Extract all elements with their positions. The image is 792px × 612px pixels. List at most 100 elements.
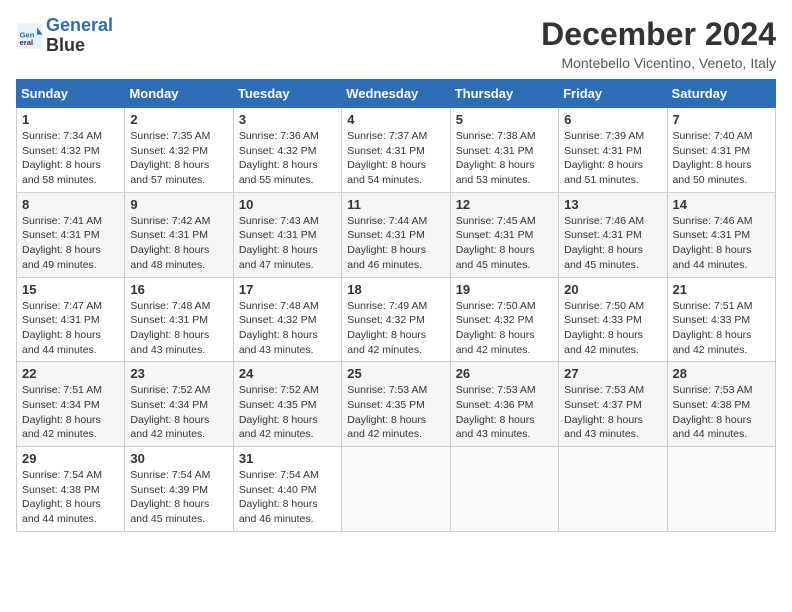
- calendar-day-cell: 29 Sunrise: 7:54 AMSunset: 4:38 PMDaylig…: [17, 447, 125, 532]
- day-detail: Sunrise: 7:51 AMSunset: 4:34 PMDaylight:…: [22, 384, 102, 440]
- day-number: 11: [347, 197, 444, 212]
- day-number: 7: [673, 112, 770, 127]
- day-detail: Sunrise: 7:41 AMSunset: 4:31 PMDaylight:…: [22, 215, 102, 271]
- calendar-day-cell: 6 Sunrise: 7:39 AMSunset: 4:31 PMDayligh…: [559, 108, 667, 193]
- calendar-table: SundayMondayTuesdayWednesdayThursdayFrid…: [16, 79, 776, 532]
- calendar-day-cell: 14 Sunrise: 7:46 AMSunset: 4:31 PMDaylig…: [667, 192, 775, 277]
- day-number: 9: [130, 197, 227, 212]
- day-detail: Sunrise: 7:44 AMSunset: 4:31 PMDaylight:…: [347, 215, 427, 271]
- calendar-day-cell: 28 Sunrise: 7:53 AMSunset: 4:38 PMDaylig…: [667, 362, 775, 447]
- day-number: 8: [22, 197, 119, 212]
- day-detail: Sunrise: 7:53 AMSunset: 4:36 PMDaylight:…: [456, 384, 536, 440]
- calendar-day-cell: 9 Sunrise: 7:42 AMSunset: 4:31 PMDayligh…: [125, 192, 233, 277]
- day-number: 14: [673, 197, 770, 212]
- title-area: December 2024 Montebello Vicentino, Vene…: [541, 16, 776, 71]
- weekday-header-cell: Monday: [125, 80, 233, 108]
- day-detail: Sunrise: 7:35 AMSunset: 4:32 PMDaylight:…: [130, 130, 210, 186]
- calendar-day-cell: 1 Sunrise: 7:34 AMSunset: 4:32 PMDayligh…: [17, 108, 125, 193]
- day-number: 18: [347, 282, 444, 297]
- day-detail: Sunrise: 7:51 AMSunset: 4:33 PMDaylight:…: [673, 300, 753, 356]
- calendar-day-cell: [450, 447, 558, 532]
- day-number: 23: [130, 366, 227, 381]
- day-detail: Sunrise: 7:42 AMSunset: 4:31 PMDaylight:…: [130, 215, 210, 271]
- logo-icon: Gen eral: [16, 22, 44, 50]
- calendar-day-cell: 23 Sunrise: 7:52 AMSunset: 4:34 PMDaylig…: [125, 362, 233, 447]
- day-number: 4: [347, 112, 444, 127]
- day-detail: Sunrise: 7:34 AMSunset: 4:32 PMDaylight:…: [22, 130, 102, 186]
- day-number: 13: [564, 197, 661, 212]
- weekday-header-cell: Friday: [559, 80, 667, 108]
- weekday-header-cell: Thursday: [450, 80, 558, 108]
- calendar-day-cell: 24 Sunrise: 7:52 AMSunset: 4:35 PMDaylig…: [233, 362, 341, 447]
- calendar-day-cell: [667, 447, 775, 532]
- calendar-day-cell: 3 Sunrise: 7:36 AMSunset: 4:32 PMDayligh…: [233, 108, 341, 193]
- day-number: 3: [239, 112, 336, 127]
- calendar-body: 1 Sunrise: 7:34 AMSunset: 4:32 PMDayligh…: [17, 108, 776, 532]
- calendar-day-cell: 11 Sunrise: 7:44 AMSunset: 4:31 PMDaylig…: [342, 192, 450, 277]
- day-detail: Sunrise: 7:46 AMSunset: 4:31 PMDaylight:…: [564, 215, 644, 271]
- calendar-day-cell: 8 Sunrise: 7:41 AMSunset: 4:31 PMDayligh…: [17, 192, 125, 277]
- weekday-header-cell: Tuesday: [233, 80, 341, 108]
- day-detail: Sunrise: 7:52 AMSunset: 4:34 PMDaylight:…: [130, 384, 210, 440]
- calendar-week-row: 15 Sunrise: 7:47 AMSunset: 4:31 PMDaylig…: [17, 277, 776, 362]
- day-number: 21: [673, 282, 770, 297]
- day-number: 15: [22, 282, 119, 297]
- day-detail: Sunrise: 7:48 AMSunset: 4:31 PMDaylight:…: [130, 300, 210, 356]
- calendar-day-cell: 12 Sunrise: 7:45 AMSunset: 4:31 PMDaylig…: [450, 192, 558, 277]
- logo: Gen eral GeneralBlue: [16, 16, 113, 56]
- day-number: 2: [130, 112, 227, 127]
- day-number: 27: [564, 366, 661, 381]
- day-detail: Sunrise: 7:54 AMSunset: 4:40 PMDaylight:…: [239, 469, 319, 525]
- day-number: 22: [22, 366, 119, 381]
- calendar-day-cell: 22 Sunrise: 7:51 AMSunset: 4:34 PMDaylig…: [17, 362, 125, 447]
- calendar-day-cell: 5 Sunrise: 7:38 AMSunset: 4:31 PMDayligh…: [450, 108, 558, 193]
- calendar-day-cell: 21 Sunrise: 7:51 AMSunset: 4:33 PMDaylig…: [667, 277, 775, 362]
- calendar-day-cell: 15 Sunrise: 7:47 AMSunset: 4:31 PMDaylig…: [17, 277, 125, 362]
- day-number: 16: [130, 282, 227, 297]
- day-number: 5: [456, 112, 553, 127]
- day-detail: Sunrise: 7:54 AMSunset: 4:39 PMDaylight:…: [130, 469, 210, 525]
- calendar-day-cell: 30 Sunrise: 7:54 AMSunset: 4:39 PMDaylig…: [125, 447, 233, 532]
- day-detail: Sunrise: 7:38 AMSunset: 4:31 PMDaylight:…: [456, 130, 536, 186]
- calendar-day-cell: 18 Sunrise: 7:49 AMSunset: 4:32 PMDaylig…: [342, 277, 450, 362]
- day-number: 24: [239, 366, 336, 381]
- weekday-header-row: SundayMondayTuesdayWednesdayThursdayFrid…: [17, 80, 776, 108]
- day-detail: Sunrise: 7:52 AMSunset: 4:35 PMDaylight:…: [239, 384, 319, 440]
- day-number: 26: [456, 366, 553, 381]
- calendar-day-cell: [559, 447, 667, 532]
- day-number: 17: [239, 282, 336, 297]
- calendar-week-row: 1 Sunrise: 7:34 AMSunset: 4:32 PMDayligh…: [17, 108, 776, 193]
- weekday-header-cell: Wednesday: [342, 80, 450, 108]
- calendar-day-cell: 10 Sunrise: 7:43 AMSunset: 4:31 PMDaylig…: [233, 192, 341, 277]
- header: Gen eral GeneralBlue December 2024 Monte…: [16, 16, 776, 71]
- day-number: 29: [22, 451, 119, 466]
- logo-text: GeneralBlue: [46, 16, 113, 56]
- calendar-week-row: 8 Sunrise: 7:41 AMSunset: 4:31 PMDayligh…: [17, 192, 776, 277]
- day-number: 1: [22, 112, 119, 127]
- day-detail: Sunrise: 7:46 AMSunset: 4:31 PMDaylight:…: [673, 215, 753, 271]
- calendar-day-cell: 31 Sunrise: 7:54 AMSunset: 4:40 PMDaylig…: [233, 447, 341, 532]
- calendar-week-row: 22 Sunrise: 7:51 AMSunset: 4:34 PMDaylig…: [17, 362, 776, 447]
- day-detail: Sunrise: 7:50 AMSunset: 4:32 PMDaylight:…: [456, 300, 536, 356]
- day-detail: Sunrise: 7:53 AMSunset: 4:37 PMDaylight:…: [564, 384, 644, 440]
- calendar-week-row: 29 Sunrise: 7:54 AMSunset: 4:38 PMDaylig…: [17, 447, 776, 532]
- day-number: 12: [456, 197, 553, 212]
- day-detail: Sunrise: 7:36 AMSunset: 4:32 PMDaylight:…: [239, 130, 319, 186]
- calendar-day-cell: 26 Sunrise: 7:53 AMSunset: 4:36 PMDaylig…: [450, 362, 558, 447]
- day-number: 31: [239, 451, 336, 466]
- day-number: 10: [239, 197, 336, 212]
- day-detail: Sunrise: 7:48 AMSunset: 4:32 PMDaylight:…: [239, 300, 319, 356]
- day-detail: Sunrise: 7:39 AMSunset: 4:31 PMDaylight:…: [564, 130, 644, 186]
- calendar-day-cell: 20 Sunrise: 7:50 AMSunset: 4:33 PMDaylig…: [559, 277, 667, 362]
- day-detail: Sunrise: 7:54 AMSunset: 4:38 PMDaylight:…: [22, 469, 102, 525]
- calendar-day-cell: 16 Sunrise: 7:48 AMSunset: 4:31 PMDaylig…: [125, 277, 233, 362]
- calendar-day-cell: 19 Sunrise: 7:50 AMSunset: 4:32 PMDaylig…: [450, 277, 558, 362]
- day-number: 30: [130, 451, 227, 466]
- day-number: 19: [456, 282, 553, 297]
- day-detail: Sunrise: 7:49 AMSunset: 4:32 PMDaylight:…: [347, 300, 427, 356]
- day-number: 20: [564, 282, 661, 297]
- day-detail: Sunrise: 7:40 AMSunset: 4:31 PMDaylight:…: [673, 130, 753, 186]
- weekday-header-cell: Sunday: [17, 80, 125, 108]
- location-title: Montebello Vicentino, Veneto, Italy: [541, 55, 776, 71]
- day-detail: Sunrise: 7:53 AMSunset: 4:38 PMDaylight:…: [673, 384, 753, 440]
